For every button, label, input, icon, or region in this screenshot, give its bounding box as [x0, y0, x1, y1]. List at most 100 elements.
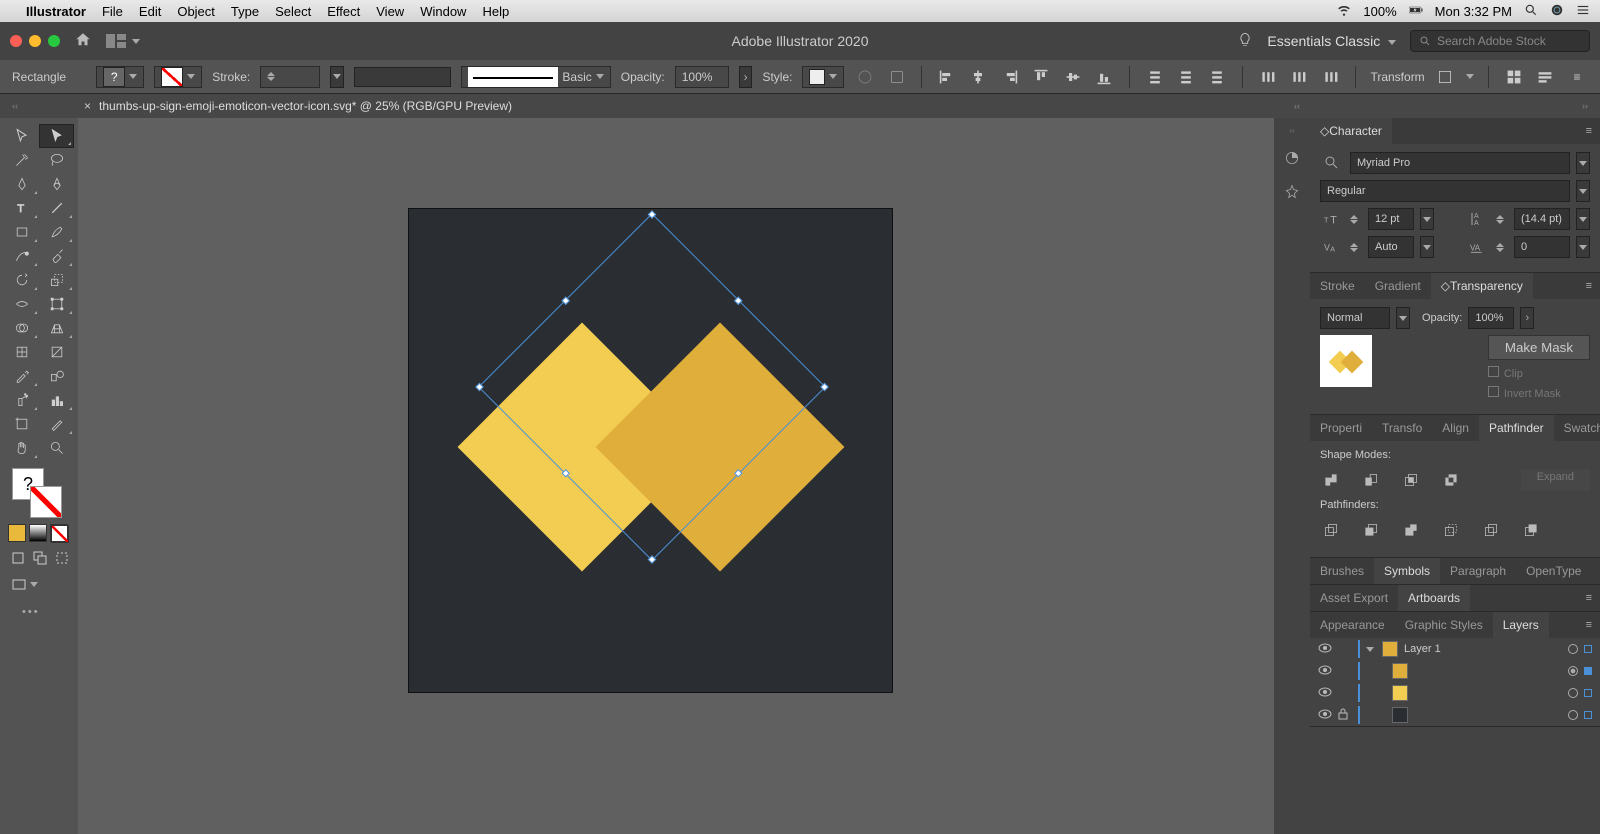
- handle-bl[interactable]: [475, 383, 483, 391]
- minus-front-icon[interactable]: [1360, 469, 1382, 491]
- tab-character[interactable]: ◇ Character: [1310, 118, 1392, 144]
- tab-opentype[interactable]: OpenType: [1516, 558, 1591, 584]
- line-tool[interactable]: [39, 196, 74, 220]
- align-to-icon[interactable]: [886, 66, 907, 88]
- opacity-dd[interactable]: ›: [739, 66, 753, 88]
- expand-arrow-icon[interactable]: [1366, 644, 1376, 654]
- distribute-vcenter-icon[interactable]: [1175, 66, 1196, 88]
- panel-menu-icon[interactable]: ≡: [1578, 619, 1600, 631]
- menu-help[interactable]: Help: [482, 4, 509, 19]
- layer-row[interactable]: Layer 1: [1310, 638, 1600, 660]
- curvature-tool[interactable]: [39, 172, 74, 196]
- panel-expand-right[interactable]: ››: [1582, 101, 1588, 111]
- color-guide-icon[interactable]: [1281, 181, 1303, 203]
- font-style-input[interactable]: [1320, 180, 1570, 202]
- menu-icon[interactable]: [1576, 3, 1590, 20]
- maximize-window[interactable]: [48, 35, 60, 47]
- merge-icon[interactable]: [1400, 519, 1422, 541]
- recolor-art-icon[interactable]: [854, 66, 875, 88]
- style-dd[interactable]: [1576, 180, 1590, 202]
- menu-object[interactable]: Object: [177, 4, 215, 19]
- menu-type[interactable]: Type: [231, 4, 259, 19]
- tab-properties[interactable]: Properti: [1310, 415, 1372, 441]
- blend-dd[interactable]: [1396, 307, 1410, 329]
- opacity-value-input[interactable]: [1468, 307, 1514, 329]
- panel-menu-icon[interactable]: ≡: [1591, 565, 1600, 577]
- eraser-tool[interactable]: [39, 244, 74, 268]
- leading-dd[interactable]: [1576, 208, 1590, 230]
- fill-swatch[interactable]: ?: [96, 66, 144, 88]
- tab-symbols[interactable]: Symbols: [1374, 558, 1440, 584]
- distribute-top-icon[interactable]: [1144, 66, 1165, 88]
- color-mode-none[interactable]: [50, 524, 68, 542]
- handle-tr[interactable]: [820, 383, 828, 391]
- close-window[interactable]: [10, 35, 22, 47]
- hand-tool[interactable]: [4, 436, 39, 460]
- tab-transparency[interactable]: ◇ Transparency: [1431, 273, 1533, 299]
- align-hcenter-icon[interactable]: [968, 66, 989, 88]
- perspective-grid-tool[interactable]: [39, 316, 74, 340]
- target-icon[interactable]: [1568, 666, 1578, 676]
- tab-layers[interactable]: Layers: [1493, 612, 1549, 638]
- clock[interactable]: Mon 3:32 PM: [1435, 4, 1512, 19]
- visibility-icon[interactable]: [1318, 709, 1332, 722]
- draw-normal-icon[interactable]: [8, 548, 28, 568]
- visibility-icon[interactable]: [1318, 643, 1332, 656]
- kerning-dd[interactable]: [1420, 236, 1434, 258]
- handle-tl[interactable]: [648, 210, 656, 218]
- stroke-weight[interactable]: [260, 66, 320, 88]
- slice-tool[interactable]: [39, 412, 74, 436]
- scale-tool[interactable]: [39, 268, 74, 292]
- bulb-icon[interactable]: [1237, 32, 1253, 51]
- tab-paragraph[interactable]: Paragraph: [1440, 558, 1516, 584]
- handle-br[interactable]: [648, 555, 656, 563]
- tab-pathfinder[interactable]: Pathfinder: [1479, 415, 1554, 441]
- shape-icon[interactable]: [1435, 66, 1456, 88]
- stroke-swatch[interactable]: [154, 66, 202, 88]
- color-mode-solid[interactable]: [8, 524, 26, 542]
- tracking-dd[interactable]: [1576, 236, 1590, 258]
- tab-appearance[interactable]: Appearance: [1310, 612, 1395, 638]
- minimize-window[interactable]: [29, 35, 41, 47]
- home-icon[interactable]: [74, 31, 92, 52]
- divide-icon[interactable]: [1320, 519, 1342, 541]
- eyedropper-tool[interactable]: [4, 364, 39, 388]
- isolate-icon[interactable]: [1503, 66, 1524, 88]
- arrange-documents[interactable]: [106, 34, 140, 48]
- wifi-icon[interactable]: [1337, 3, 1351, 20]
- canvas-area[interactable]: [78, 118, 1274, 834]
- column-graph-tool[interactable]: [39, 388, 74, 412]
- graphic-style[interactable]: [802, 66, 844, 88]
- workspace-switcher[interactable]: Essentials Classic: [1267, 33, 1396, 49]
- crop-icon[interactable]: [1440, 519, 1462, 541]
- type-tool[interactable]: T: [4, 196, 39, 220]
- font-size-input[interactable]: [1368, 208, 1414, 230]
- shaper-tool[interactable]: [4, 244, 39, 268]
- edit-contents-icon[interactable]: [1535, 66, 1556, 88]
- menu-effect[interactable]: Effect: [327, 4, 360, 19]
- tab-swatches[interactable]: Swatch: [1554, 415, 1600, 441]
- menu-view[interactable]: View: [376, 4, 404, 19]
- tab-align[interactable]: Align: [1432, 415, 1479, 441]
- stroke-profile-dd[interactable]: [330, 66, 344, 88]
- panel-menu-icon[interactable]: ≡: [1578, 125, 1600, 137]
- color-mode-gradient[interactable]: [29, 524, 47, 542]
- menu-select[interactable]: Select: [275, 4, 311, 19]
- visibility-icon[interactable]: [1318, 665, 1332, 678]
- tab-brushes[interactable]: Brushes: [1310, 558, 1374, 584]
- leading-input[interactable]: [1514, 208, 1570, 230]
- zoom-tool[interactable]: [39, 436, 74, 460]
- tracking-stepper[interactable]: [1496, 236, 1508, 258]
- stroke-color[interactable]: [30, 486, 62, 518]
- gradient-tool[interactable]: [39, 340, 74, 364]
- blend-tool[interactable]: [39, 364, 74, 388]
- align-vcenter-icon[interactable]: [1062, 66, 1083, 88]
- layer-row[interactable]: [1310, 704, 1600, 726]
- tab-graphic-styles[interactable]: Graphic Styles: [1395, 612, 1493, 638]
- kerning-stepper[interactable]: [1350, 236, 1362, 258]
- menu-window[interactable]: Window: [420, 4, 466, 19]
- panel-menu-icon[interactable]: ≡: [1566, 66, 1588, 88]
- trim-icon[interactable]: [1360, 519, 1382, 541]
- panel-collapse-left[interactable]: ‹‹: [12, 101, 18, 111]
- app-name[interactable]: Illustrator: [26, 4, 86, 19]
